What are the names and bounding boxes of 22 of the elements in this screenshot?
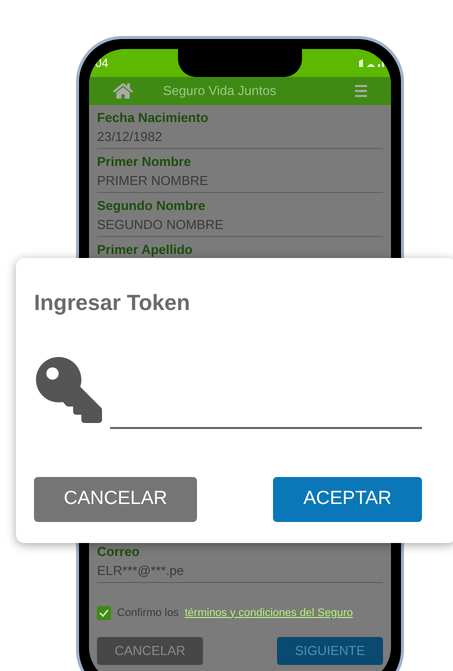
field-label: Correo xyxy=(97,542,141,560)
next-button[interactable]: SIGUIENTE xyxy=(277,637,383,665)
accept-button[interactable]: ACEPTAR xyxy=(273,477,422,522)
field-label: Segundo Nombre xyxy=(97,197,206,215)
app-title: Seguro Vida Juntos xyxy=(163,82,278,100)
key-icon xyxy=(34,357,104,423)
cancel-button[interactable]: CANCELAR xyxy=(97,637,203,665)
terms-link[interactable]: términos y condiciones del Seguro xyxy=(184,604,353,621)
check-icon xyxy=(99,608,109,618)
field-value: 23/12/1982 xyxy=(97,128,164,146)
menu-icon[interactable] xyxy=(355,84,367,98)
home-icon[interactable] xyxy=(113,81,133,101)
field-label: Fecha Nacimiento xyxy=(97,109,210,127)
field-label: Primer Nombre xyxy=(97,153,192,171)
field-value: ELR***@***.pe xyxy=(97,562,185,580)
dialog-title: Ingresar Token xyxy=(34,289,192,317)
terms-text: Confirmo los xyxy=(117,606,179,620)
field-value: SEGUNDO NOMBRE xyxy=(97,216,224,234)
cancel-button[interactable]: CANCELAR xyxy=(34,477,197,522)
field-value: PRIMER NOMBRE xyxy=(97,172,210,190)
terms-checkbox[interactable] xyxy=(97,606,111,620)
field-label: Primer Apellido xyxy=(97,241,194,259)
